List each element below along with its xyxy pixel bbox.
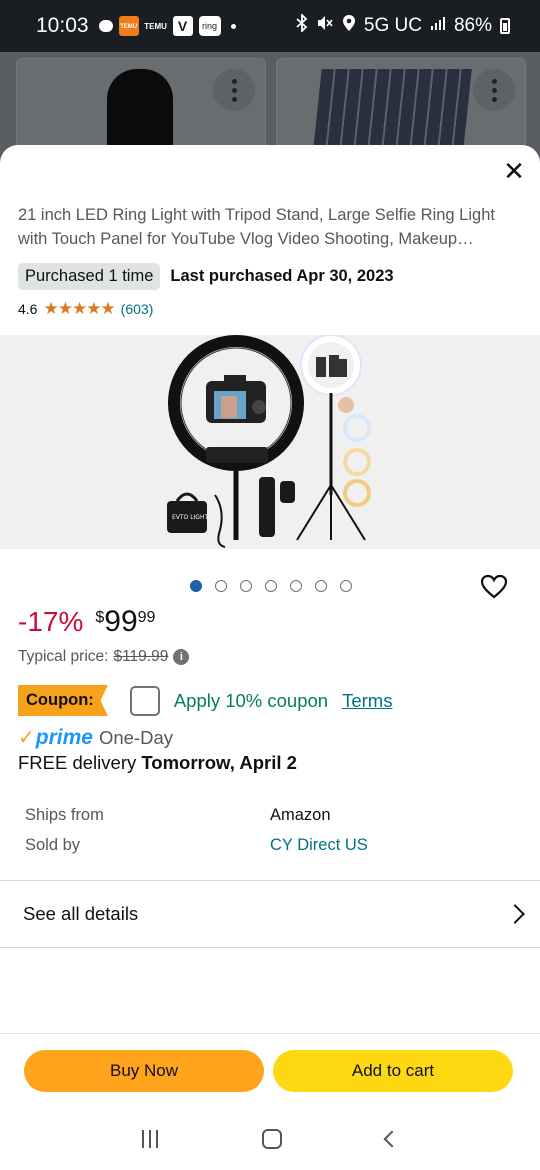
- buy-now-button[interactable]: Buy Now: [24, 1050, 264, 1092]
- delivery-row: FREE delivery Tomorrow, April 2: [18, 752, 297, 774]
- typical-price-value: $119.99: [113, 648, 169, 665]
- signal-icon: [430, 15, 446, 37]
- free-delivery-label: FREE delivery: [18, 752, 137, 773]
- price-row: -17% $ 99 99: [18, 605, 155, 639]
- sold-by-label: Sold by: [25, 835, 81, 854]
- prime-logo: prime: [35, 725, 93, 749]
- star-rating-icon: ★★★★★: [43, 299, 115, 318]
- carousel-dot[interactable]: [190, 580, 202, 592]
- product-title[interactable]: 21 inch LED Ring Light with Tripod Stand…: [18, 203, 528, 251]
- sold-by-link[interactable]: CY Direct US: [270, 836, 368, 855]
- chevron-right-icon: [505, 904, 525, 924]
- coupon-tag: Coupon:: [18, 685, 108, 716]
- more-options-icon: [213, 69, 255, 111]
- coupon-row: Coupon: Apply 10% coupon Terms: [18, 685, 392, 716]
- ships-from-row: Ships from Amazon: [25, 800, 515, 830]
- v-app-icon: V: [172, 16, 193, 36]
- battery-percent: 86%: [453, 15, 492, 36]
- carousel-dot[interactable]: [240, 580, 252, 592]
- see-all-details-label: See all details: [23, 903, 139, 924]
- info-icon[interactable]: i: [173, 649, 190, 665]
- price-currency: $: [95, 609, 105, 626]
- temu-app-icon: TEMU: [118, 16, 139, 36]
- heart-icon[interactable]: [480, 573, 508, 601]
- last-purchased-date: Last purchased Apr 30, 2023: [170, 267, 394, 285]
- prime-check-icon: ✓: [18, 727, 35, 749]
- purchase-history: Purchased 1 time Last purchased Apr 30, …: [18, 263, 394, 290]
- purchased-badge: Purchased 1 time: [18, 263, 161, 290]
- carousel-dot[interactable]: [340, 580, 352, 592]
- seller-info: Ships from Amazon Sold by CY Direct US: [25, 800, 515, 860]
- image-carousel-dots[interactable]: [190, 580, 352, 592]
- image-brand-label: EVTO LIGHT: [172, 514, 208, 521]
- ships-from-value: Amazon: [270, 805, 331, 824]
- status-right: 5G UC 86%: [296, 12, 510, 38]
- divider: [0, 947, 540, 948]
- back-icon[interactable]: [383, 1130, 401, 1147]
- network-label: 5G UC: [363, 15, 422, 36]
- apply-coupon-label[interactable]: Apply 10% coupon: [174, 690, 328, 712]
- sold-by-row: Sold by CY Direct US: [25, 830, 515, 860]
- price-cents: 99: [137, 609, 156, 626]
- home-icon[interactable]: [262, 1128, 282, 1149]
- location-icon: [342, 14, 356, 38]
- more-options-icon: [473, 69, 515, 111]
- product-image[interactable]: EVTO LIGHT: [0, 335, 540, 549]
- rating-row[interactable]: 4.6 ★★★★★ (603): [18, 299, 153, 319]
- more-notifications-dot: [230, 23, 236, 29]
- chat-icon: [98, 20, 113, 32]
- see-all-details-row[interactable]: See all details: [0, 881, 540, 947]
- status-bar: 10:03 TEMU TEMU V ring 5G UC 86%: [0, 0, 540, 52]
- bluetooth-icon: [296, 12, 308, 38]
- status-time: 10:03: [36, 14, 89, 37]
- carousel-dot[interactable]: [315, 580, 327, 592]
- price-whole: 99: [104, 605, 138, 638]
- coupon-checkbox[interactable]: [129, 685, 160, 716]
- ring-app-icon: ring: [198, 16, 221, 36]
- add-to-cart-button[interactable]: Add to cart: [273, 1050, 513, 1092]
- carousel-dot[interactable]: [265, 580, 277, 592]
- temu-notification-icon: TEMU: [144, 21, 167, 31]
- product-sheet: ✕ 21 inch LED Ring Light with Tripod Sta…: [0, 145, 540, 1170]
- discount-percent: -17%: [18, 606, 84, 637]
- close-icon[interactable]: ✕: [500, 157, 528, 185]
- coupon-terms-link[interactable]: Terms: [342, 690, 392, 712]
- delivery-speed: One-Day: [98, 726, 173, 748]
- prime-row: ✓ prime One-Day: [18, 725, 173, 750]
- typical-price-label: Typical price:: [18, 648, 109, 665]
- ships-from-label: Ships from: [25, 805, 104, 824]
- recents-icon[interactable]: [142, 1129, 158, 1148]
- mute-icon: [316, 14, 334, 38]
- rating-value: 4.6: [18, 301, 38, 317]
- battery-icon: [500, 18, 510, 34]
- carousel-dot[interactable]: [215, 580, 227, 592]
- delivery-date: Tomorrow, April 2: [141, 752, 297, 773]
- rating-count[interactable]: (603): [121, 301, 154, 317]
- android-nav-bar: [0, 1116, 540, 1161]
- typical-price-row: Typical price: $119.99 i: [18, 648, 190, 666]
- bottom-action-bar: Buy Now Add to cart: [0, 1033, 540, 1170]
- carousel-dot[interactable]: [290, 580, 302, 592]
